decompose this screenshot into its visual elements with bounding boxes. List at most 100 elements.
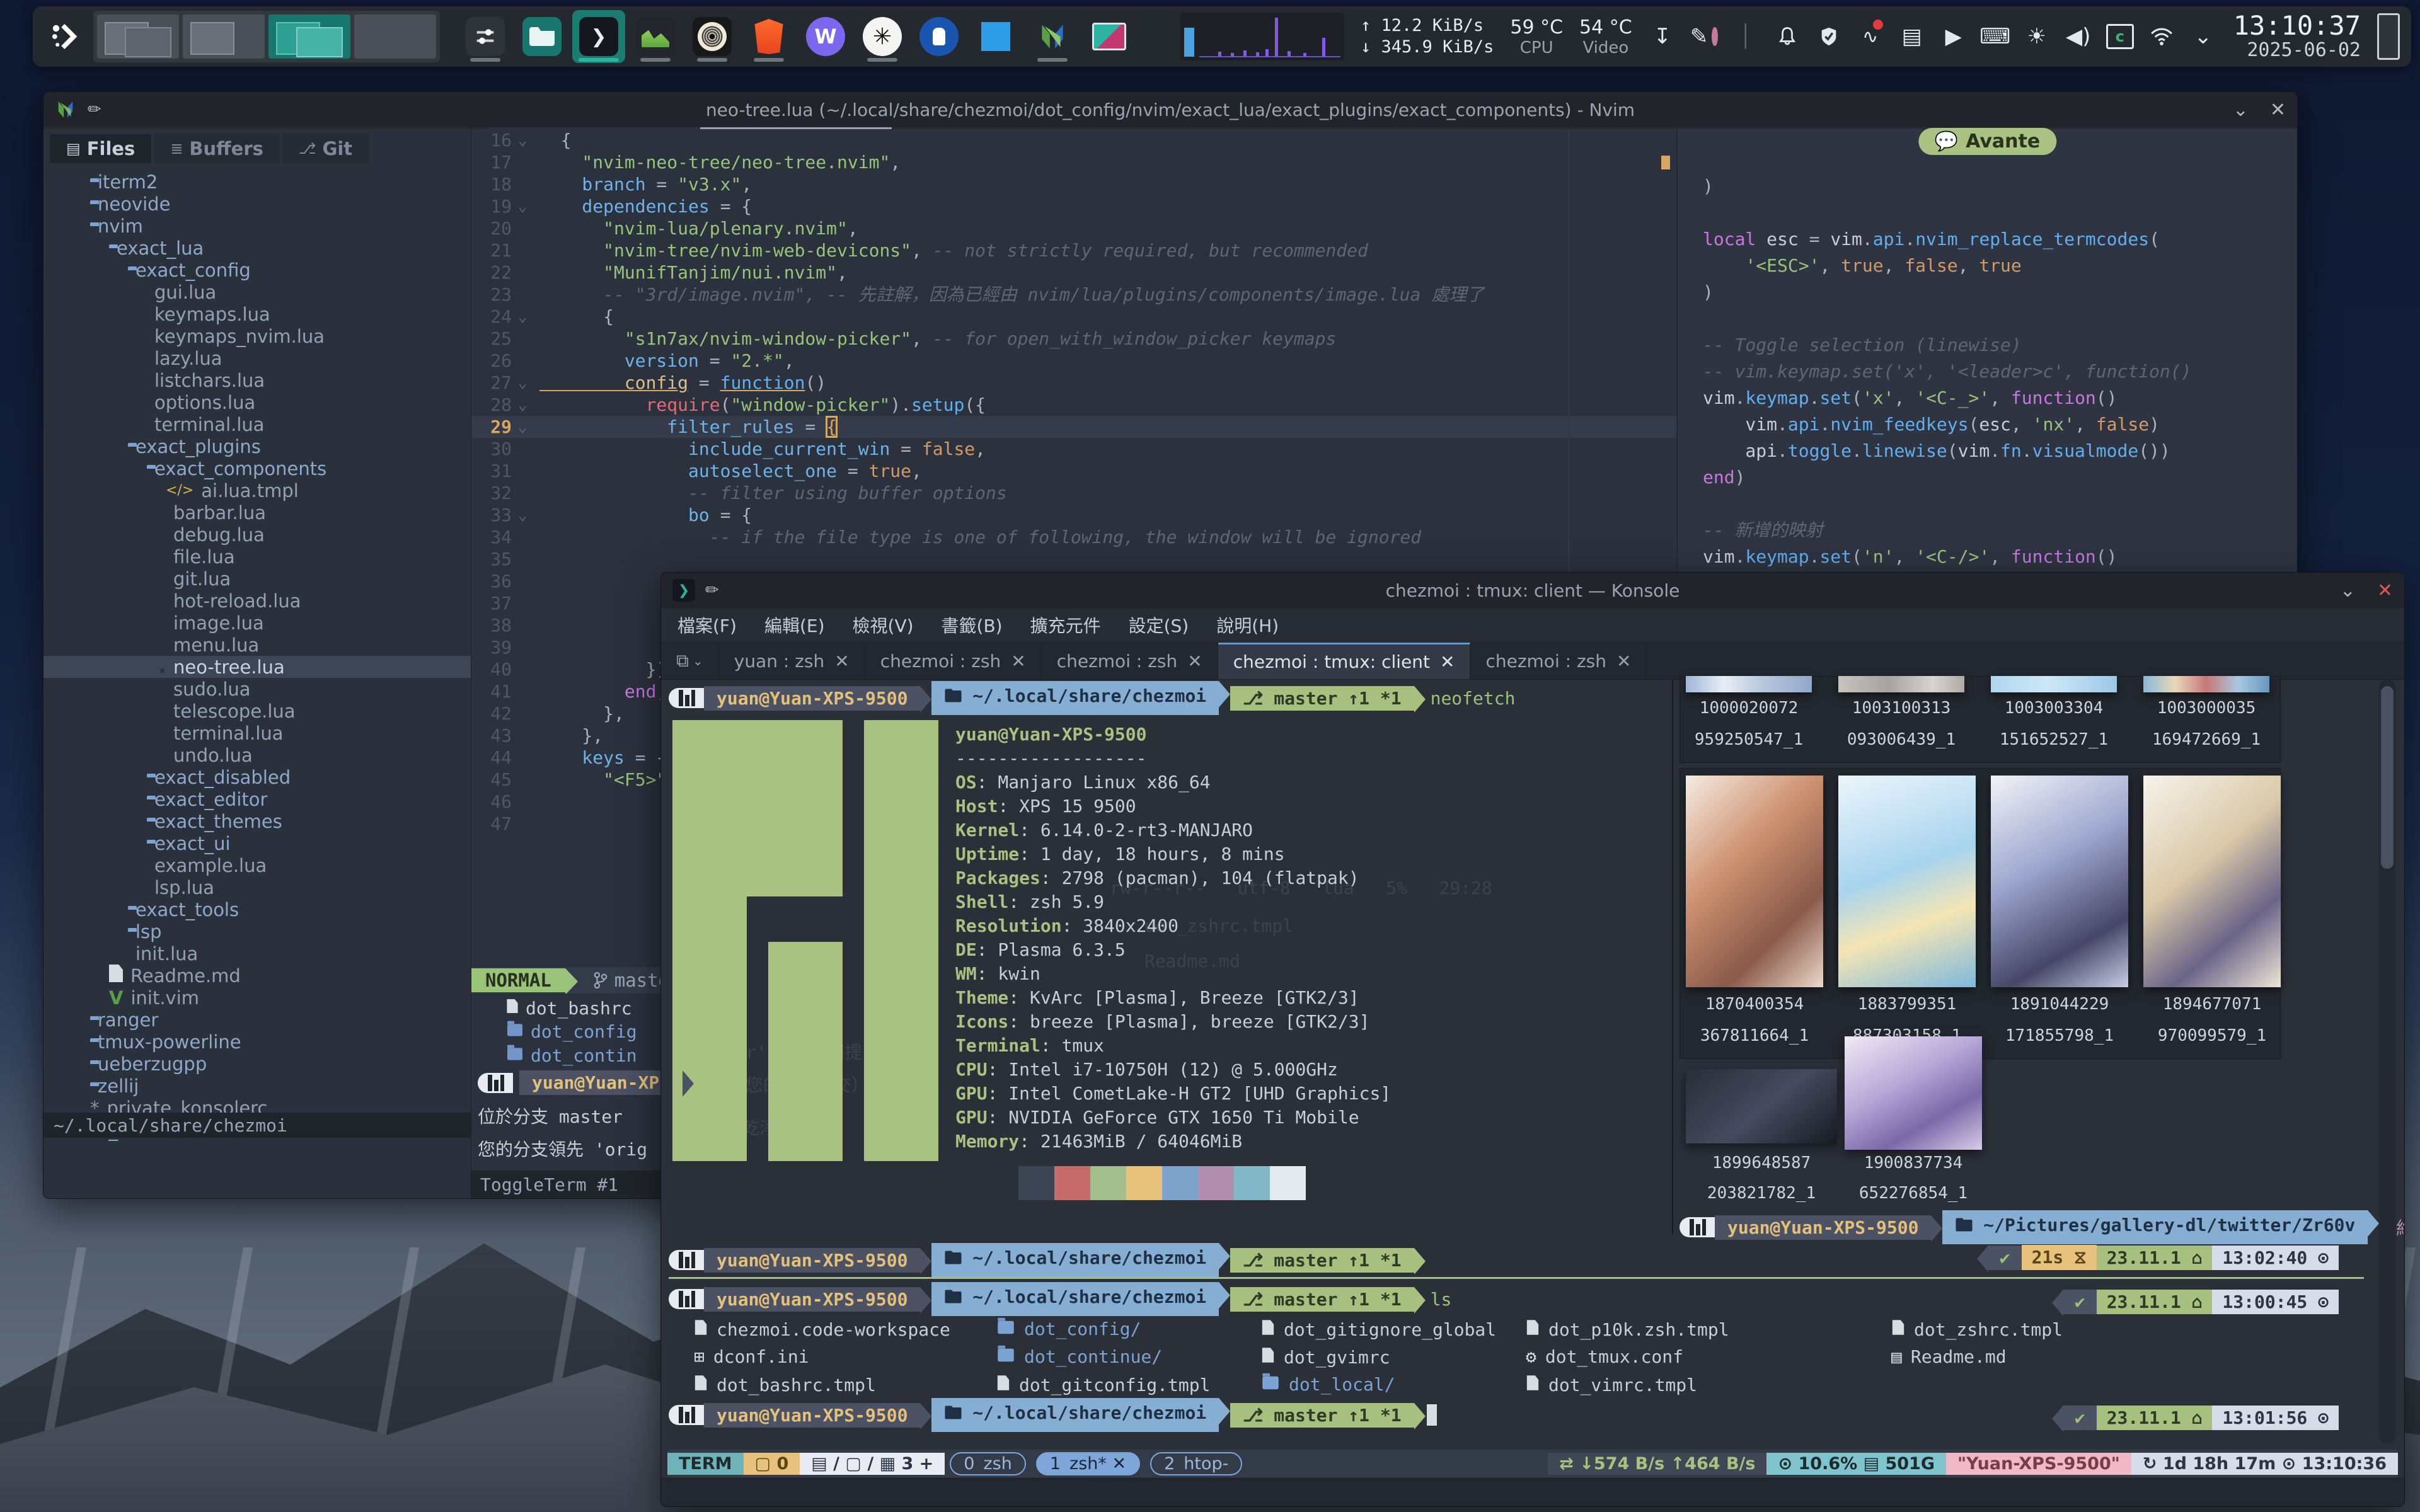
tree-item-ueberzugpp[interactable]: ueberzugpp xyxy=(43,1053,471,1075)
tmux-window-1[interactable]: 1zsh* ✕ xyxy=(1036,1452,1140,1475)
desktop-1[interactable] xyxy=(97,14,179,59)
virtual-desktop-pager[interactable] xyxy=(93,11,440,62)
gallery-thumb[interactable] xyxy=(1686,776,1823,987)
konsole-tab[interactable]: chezmoi : zsh✕ xyxy=(865,643,1042,679)
gallery-thumb[interactable] xyxy=(1991,776,2128,987)
gallery-thumb[interactable] xyxy=(1686,1069,1837,1143)
gallery-thumb[interactable] xyxy=(1838,676,1964,692)
minimize-icon[interactable]: ⌄ xyxy=(2340,580,2356,602)
konsole-tab[interactable]: yuan : zsh✕ xyxy=(719,643,865,679)
close-icon[interactable]: ✕ xyxy=(1011,651,1025,672)
tree-item-terminal.lua[interactable]: terminal.lua xyxy=(43,722,471,744)
tree-item-hot-reload.lua[interactable]: hot-reload.lua xyxy=(43,590,471,612)
new-tab-button[interactable]: ⧉⌄ xyxy=(661,643,719,679)
volume-icon[interactable]: ◀) xyxy=(2065,23,2092,50)
color-picker-icon[interactable]: ✎ xyxy=(1690,23,1718,50)
recorder-icon[interactable]: ∿ xyxy=(1857,23,1884,50)
ls-entry[interactable]: ⊞dconf.ini xyxy=(694,1346,809,1367)
close-icon[interactable]: ✕ xyxy=(1440,651,1455,672)
ls-entry[interactable]: dot_config/ xyxy=(996,1319,1141,1339)
gpu-temp-widget[interactable]: 54 °C Video xyxy=(1579,16,1632,57)
menu-書籤(B)[interactable]: 書籤(B) xyxy=(942,612,1003,638)
ls-entry[interactable]: dot_bashrc.tmpl xyxy=(694,1374,876,1396)
terminal-viewport[interactable]: rw-r--r-- utf-8 lua 5% 29:28dot_zshrc.tm… xyxy=(669,680,2370,1447)
ls-entry[interactable]: dot_gitignore_global xyxy=(1261,1319,1496,1341)
tree-item-lsp.lua[interactable]: lsp.lua xyxy=(43,876,471,898)
menu-設定(S)[interactable]: 設定(S) xyxy=(1129,612,1189,638)
tree-item-exact_tools[interactable]: exact_tools xyxy=(43,898,471,920)
tree-item-terminal.lua[interactable]: terminal.lua xyxy=(43,413,471,435)
wifi-icon[interactable] xyxy=(2148,23,2175,50)
chevron-down-icon[interactable]: ⌄ xyxy=(2189,23,2217,50)
tmux-window-0[interactable]: 0zsh xyxy=(950,1452,1026,1475)
tree-item-barbar.lua[interactable]: barbar.lua xyxy=(43,501,471,524)
tree-item-file.lua[interactable]: file.lua xyxy=(43,546,471,568)
tree-item-debug.lua[interactable]: debug.lua xyxy=(43,524,471,546)
app-launcher-button[interactable] xyxy=(44,16,84,57)
konsole-tab[interactable]: chezmoi : tmux: client✕ xyxy=(1218,643,1471,679)
cpu-temp-widget[interactable]: 59 °C CPU xyxy=(1510,16,1563,57)
taskbar-chatgpt[interactable]: ✳ xyxy=(856,10,909,63)
tree-item-listchars.lua[interactable]: listchars.lua xyxy=(43,369,471,391)
close-icon[interactable]: ✕ xyxy=(2377,580,2393,602)
download-icon[interactable]: ↧ xyxy=(1649,23,1676,50)
ls-entry[interactable]: dot_gitconfig.tmpl xyxy=(996,1374,1210,1396)
gallery-thumb[interactable] xyxy=(2143,676,2269,692)
ls-entry[interactable]: dot_local/ xyxy=(1261,1374,1395,1395)
konsole-titlebar[interactable]: ❯ ✏ chezmoi : tmux: client — Konsole ⌄ ✕ xyxy=(661,573,2404,608)
ls-entry[interactable]: ▤Readme.md xyxy=(1891,1346,2007,1367)
tree-item-lazy.lua[interactable]: lazy.lua xyxy=(43,347,471,369)
menu-編輯(E)[interactable]: 編輯(E) xyxy=(764,612,825,638)
close-icon[interactable]: ✕ xyxy=(2270,99,2286,121)
network-speed[interactable]: ↑ 12.2 KiB/s ↓ 345.9 KiB/s xyxy=(1361,15,1494,58)
taskbar-system-monitor[interactable] xyxy=(629,10,682,63)
menu-擴充元件[interactable]: 擴充元件 xyxy=(1030,612,1101,638)
taskbar-file-manager[interactable] xyxy=(516,10,568,63)
ls-entry[interactable]: dot_gvimrc xyxy=(1261,1346,1390,1368)
tree-item-neo-tree.lua[interactable]: neo-tree.lua xyxy=(43,656,471,678)
menu-說明(H)[interactable]: 說明(H) xyxy=(1216,612,1279,638)
taskbar-target-app[interactable] xyxy=(686,10,739,63)
taskbar-vscode[interactable] xyxy=(969,10,1022,63)
tree-item-exact_plugins[interactable]: exact_plugins xyxy=(43,435,471,457)
tree-item-ai.lua.tmpl[interactable]: </>ai.lua.tmpl xyxy=(43,479,471,501)
taskbar-terminal[interactable]: ❯ xyxy=(572,10,625,63)
neotree-tab-git[interactable]: ⎇Git xyxy=(282,134,369,163)
neotree-tab-files[interactable]: ▤Files xyxy=(50,134,151,163)
avante-code[interactable]: )local esc = vim.api.nvim_replace_termco… xyxy=(1703,173,2285,623)
brightness-icon[interactable]: ☀ xyxy=(2023,23,2051,50)
close-icon[interactable]: ✕ xyxy=(1616,651,1631,672)
taskbar-neovim[interactable] xyxy=(1026,10,1079,63)
tree-item-nvim[interactable]: nvim xyxy=(43,215,471,237)
gallery-thumb[interactable] xyxy=(2143,776,2281,987)
tree-item-neovide[interactable]: neovide xyxy=(43,193,471,215)
desktop-3-active[interactable] xyxy=(268,14,350,59)
tree-item-Readme.md[interactable]: Readme.md xyxy=(43,965,471,987)
ls-entry[interactable]: dot_continue/ xyxy=(996,1346,1162,1367)
media-play-icon[interactable]: ▶ xyxy=(1940,23,1968,50)
tree-item-exact_ui[interactable]: exact_ui xyxy=(43,832,471,854)
ls-entry[interactable]: ⚙dot_tmux.conf xyxy=(1526,1346,1683,1367)
minimize-icon[interactable]: ⌄ xyxy=(2233,99,2249,121)
nvim-titlebar[interactable]: ✏ neo-tree.lua (~/.local/share/chezmoi/d… xyxy=(43,92,2297,127)
ls-entry[interactable]: chezmoi.code-workspace xyxy=(694,1319,950,1341)
tree-item-exact_disabled[interactable]: exact_disabled xyxy=(43,766,471,788)
konsole-tab[interactable]: chezmoi : zsh✕ xyxy=(1042,643,1218,679)
tree-item-exact_lua[interactable]: exact_lua xyxy=(43,237,471,259)
desktop-2[interactable] xyxy=(183,14,265,59)
tmux-window-2[interactable]: 2htop- xyxy=(1150,1452,1242,1475)
notification-bell-icon[interactable] xyxy=(1773,23,1801,50)
ls-entry[interactable]: dot_p10k.zsh.tmpl xyxy=(1526,1319,1729,1341)
taskbar-screenshot-tool[interactable] xyxy=(1083,10,1136,63)
close-icon[interactable]: ✕ xyxy=(1187,651,1202,672)
avante-tab-pill[interactable]: 💬 Avante xyxy=(1918,128,2056,155)
peek-desktop-button[interactable] xyxy=(2377,13,2400,60)
desktop-4[interactable] xyxy=(354,14,436,59)
taskbar-settings-sliders[interactable] xyxy=(459,10,512,63)
neotree-tab-buffers[interactable]: ≣Buffers xyxy=(154,134,280,163)
terminal-scrollbar[interactable] xyxy=(2379,680,2395,1443)
keyboard-icon[interactable]: ⌨ xyxy=(1981,23,2009,50)
tree-item-gui.lua[interactable]: gui.lua xyxy=(43,281,471,303)
menu-檔案(F)[interactable]: 檔案(F) xyxy=(677,612,737,638)
taskbar-brave-browser[interactable] xyxy=(742,10,795,63)
